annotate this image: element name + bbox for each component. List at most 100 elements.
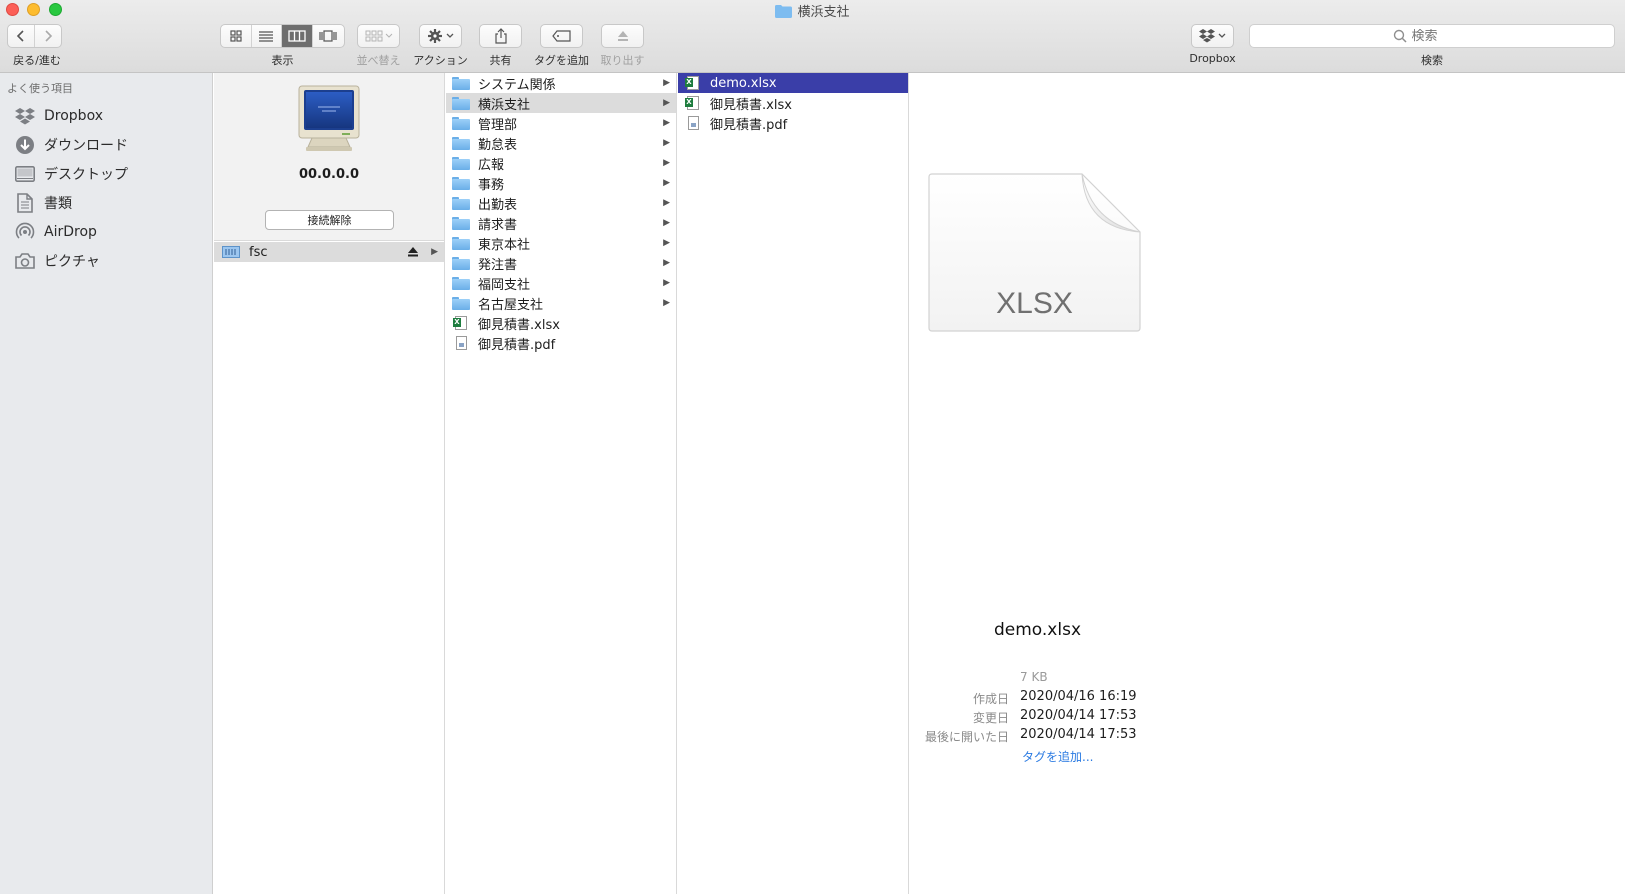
action-button[interactable] [419, 24, 462, 48]
list-item[interactable]: 東京本社 ▶ [446, 233, 676, 253]
disclosure-arrow-icon: ▶ [663, 118, 670, 128]
disclosure-arrow-icon: ▶ [663, 298, 670, 308]
list-item[interactable]: 御見積書.pdf [446, 333, 676, 353]
share-button[interactable] [479, 24, 522, 48]
gallery-view-button[interactable] [313, 25, 344, 47]
search-label: 検索 [1421, 54, 1443, 67]
disclosure-arrow-icon: ▶ [663, 98, 670, 108]
gallery-icon [319, 30, 337, 42]
disconnect-button[interactable]: 接続解除 [265, 210, 394, 230]
sidebar-item-label: ダウンロード [44, 138, 128, 154]
pdf-file-icon [687, 116, 699, 130]
list-item[interactable]: 事務 ▶ [446, 173, 676, 193]
list-item[interactable]: 管理部 ▶ [446, 113, 676, 133]
chevron-left-icon [16, 30, 24, 42]
sidebar-item-airdrop[interactable]: AirDrop [14, 220, 97, 244]
last-opened-date: 2020/04/14 17:53 [1020, 727, 1137, 742]
folder-icon [452, 236, 470, 250]
eject-icon[interactable] [408, 247, 418, 257]
camera-icon [14, 251, 36, 271]
folder-icon [452, 216, 470, 230]
disclosure-arrow-icon: ▶ [663, 238, 670, 248]
back-forward-label: 戻る/進む [13, 54, 61, 67]
disclosure-arrow-icon: ▶ [663, 258, 670, 268]
folder-icon [452, 196, 470, 210]
disclosure-arrow-icon: ▶ [663, 278, 670, 288]
arrange-label: 並べ替え [356, 54, 401, 67]
list-item[interactable]: 名古屋支社 ▶ [446, 293, 676, 313]
sidebar-item-desktop[interactable]: デスクトップ [14, 162, 128, 186]
folder-icon [452, 156, 470, 170]
back-button[interactable] [8, 25, 35, 47]
folder-icon [775, 5, 793, 18]
dropbox-label: Dropbox [1189, 52, 1236, 65]
list-view-button[interactable] [252, 25, 283, 47]
list-item-selected[interactable]: demo.xlsx [678, 73, 908, 93]
add-tag-link[interactable]: タグを追加... [1022, 748, 1093, 765]
item-name: 事務 [478, 177, 505, 193]
view-switcher [220, 24, 345, 48]
list-item[interactable]: 発注書 ▶ [446, 253, 676, 273]
item-name: 御見積書.xlsx [478, 317, 560, 333]
list-item[interactable]: 広報 ▶ [446, 153, 676, 173]
add-tag-button[interactable] [540, 24, 583, 48]
window-title: 横浜支社 [0, 1, 1625, 20]
sidebar-item-downloads[interactable]: ダウンロード [14, 133, 128, 157]
dropbox-icon [1198, 29, 1225, 43]
eject-button[interactable] [601, 24, 644, 48]
sidebar-item-pictures[interactable]: ピクチャ [14, 249, 100, 273]
item-name: 出勤表 [478, 197, 518, 213]
sidebar-item-label: デスクトップ [44, 167, 128, 183]
list-item[interactable]: 御見積書.pdf [678, 113, 908, 133]
sidebar-item-label: Dropbox [44, 108, 103, 124]
excel-file-icon [685, 76, 699, 90]
forward-button[interactable] [35, 25, 61, 47]
sidebar-heading: よく使う項目 [7, 82, 73, 95]
created-label: 作成日 [972, 692, 1009, 706]
action-label: アクション [413, 54, 468, 67]
list-item[interactable]: 勤怠表 ▶ [446, 133, 676, 153]
list-item[interactable]: 御見積書.xlsx [678, 93, 908, 113]
item-name: 御見積書.pdf [478, 337, 556, 353]
list-icon [259, 31, 274, 42]
eject-label: 取り出す [600, 54, 645, 67]
list-item[interactable]: 出勤表 ▶ [446, 193, 676, 213]
grid-icon [230, 30, 242, 42]
chevron-right-icon [45, 30, 52, 42]
server-column: 00.0.0.0 接続解除 fsc ▶ [214, 73, 445, 894]
dropbox-toolbar-button[interactable] [1191, 24, 1234, 48]
item-name: 横浜支社 [478, 97, 531, 113]
column-view-button[interactable] [282, 25, 313, 47]
item-name: 広報 [478, 157, 505, 173]
disclosure-arrow-icon: ▶ [663, 78, 670, 88]
list-item[interactable]: 福岡支社 ▶ [446, 273, 676, 293]
search-input[interactable] [1411, 28, 1472, 44]
document-icon [14, 193, 36, 213]
list-item-selected[interactable]: 横浜支社 ▶ [446, 93, 676, 113]
server-share-row[interactable]: fsc ▶ [214, 242, 444, 262]
back-forward-control [7, 24, 62, 48]
folder-icon [452, 116, 470, 130]
pdf-file-icon [455, 336, 467, 350]
network-share-icon [222, 246, 240, 258]
modified-label: 変更日 [972, 711, 1009, 725]
list-item[interactable]: システム関係 ▶ [446, 73, 676, 93]
icon-view-button[interactable] [221, 25, 252, 47]
disclosure-arrow-icon: ▶ [663, 218, 670, 228]
item-name: 御見積書.xlsx [710, 97, 792, 113]
arrange-button[interactable] [357, 24, 400, 48]
sidebar-item-label: 書類 [44, 196, 72, 212]
search-field[interactable] [1249, 24, 1615, 48]
server-info-card: 00.0.0.0 接続解除 [214, 73, 444, 241]
disclosure-arrow-icon: ▶ [663, 178, 670, 188]
disclosure-arrow-icon: ▶ [663, 158, 670, 168]
sidebar-item-documents[interactable]: 書類 [14, 191, 72, 215]
dropbox-icon [14, 106, 36, 126]
add-tag-label: タグを追加 [534, 54, 589, 67]
list-item[interactable]: 請求書 ▶ [446, 213, 676, 233]
sidebar-item-dropbox[interactable]: Dropbox [14, 104, 103, 128]
last-opened-label: 最後に開いた日 [924, 730, 1009, 744]
modified-date: 2020/04/14 17:53 [1020, 708, 1137, 723]
list-item[interactable]: 御見積書.xlsx [446, 313, 676, 333]
folder-icon [452, 136, 470, 150]
